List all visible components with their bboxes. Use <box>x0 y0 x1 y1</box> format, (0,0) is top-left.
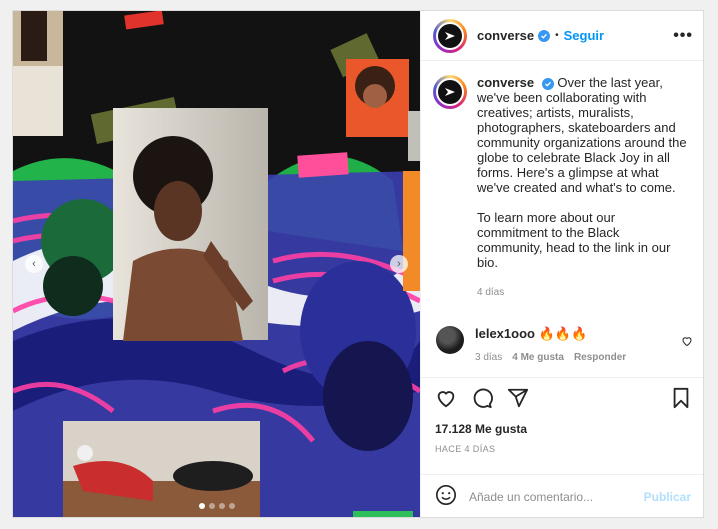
share-icon[interactable] <box>507 387 529 414</box>
account-username[interactable]: converse <box>477 28 534 43</box>
instagram-post: ‹ › converse • Seguir ••• converse Over … <box>12 10 704 518</box>
caption-paragraph-1: Over the last year, we've been collabora… <box>477 75 687 195</box>
post-side-panel: converse • Seguir ••• converse Over the … <box>420 11 703 517</box>
comments-list[interactable]: converse Over the last year, we've been … <box>421 61 703 378</box>
likes-count[interactable]: 17.128 Me gusta <box>421 422 703 440</box>
comment-username[interactable]: lelex1ooo <box>475 326 535 341</box>
caption-avatar[interactable] <box>433 75 467 109</box>
post-date[interactable]: HACE 4 DÍAS <box>421 440 703 470</box>
heart-icon[interactable] <box>435 387 457 414</box>
converse-logo-icon <box>436 21 464 50</box>
post-header: converse • Seguir ••• <box>421 11 703 61</box>
commenter-avatar[interactable] <box>436 326 464 354</box>
caption: converse Over the last year, we've been … <box>433 75 693 300</box>
comment-icon[interactable] <box>471 387 493 414</box>
publish-button[interactable]: Publicar <box>644 490 691 504</box>
next-arrow-icon[interactable]: › <box>390 255 408 273</box>
reply-button[interactable]: Responder <box>574 352 626 363</box>
comment-likes[interactable]: 4 Me gusta <box>512 352 564 363</box>
post-image-carousel[interactable]: ‹ › <box>13 11 420 517</box>
caption-username[interactable]: converse <box>477 75 534 90</box>
comment-like-heart-icon[interactable] <box>681 334 693 352</box>
add-comment-bar: Publicar <box>421 474 703 517</box>
separator-dot: • <box>555 30 559 41</box>
carousel-indicator <box>13 503 420 509</box>
follow-button[interactable]: Seguir <box>564 28 604 43</box>
save-icon[interactable] <box>671 387 691 414</box>
carousel-dot <box>208 503 215 509</box>
converse-logo-icon <box>436 78 464 106</box>
comment-input[interactable] <box>469 490 644 504</box>
comment-item: lelex1ooo 🔥🔥🔥 3 días 4 Me gusta Responde… <box>433 326 693 363</box>
carousel-dot <box>218 503 225 509</box>
comment-text: 🔥🔥🔥 <box>538 326 588 341</box>
collage-artwork <box>13 11 420 517</box>
emoji-icon[interactable] <box>435 484 457 511</box>
carousel-dot <box>228 503 235 509</box>
prev-arrow-icon[interactable]: ‹ <box>25 255 43 273</box>
verified-badge-icon <box>538 29 551 42</box>
comment-timestamp[interactable]: 3 días <box>475 352 502 363</box>
verified-badge-icon <box>541 78 554 90</box>
caption-timestamp[interactable]: 4 días <box>477 285 687 300</box>
caption-paragraph-2: To learn more about our commitment to th… <box>477 210 671 270</box>
more-options-icon[interactable]: ••• <box>673 27 693 45</box>
action-bar <box>421 378 703 422</box>
carousel-dot-active <box>198 503 205 509</box>
account-avatar[interactable] <box>433 18 467 53</box>
caption-text: converse Over the last year, we've been … <box>477 75 687 300</box>
